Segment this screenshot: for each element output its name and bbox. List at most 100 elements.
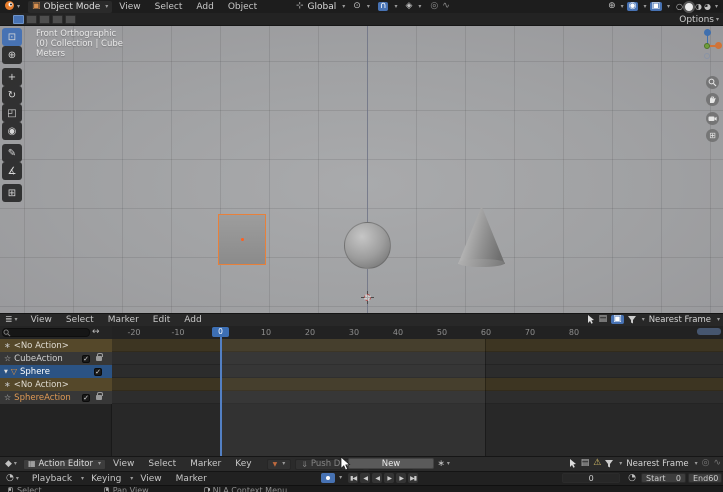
expand-triangle-icon[interactable]: ▼ [4, 369, 8, 375]
nla-menu-marker[interactable]: Marker [101, 315, 146, 325]
jump-to-end-button[interactable]: ▶▮ [408, 473, 418, 483]
editor-toggle-icon-4[interactable] [52, 15, 63, 24]
mode-dropdown[interactable]: ▣ Object Mode ▾ [28, 1, 112, 13]
tool-transform-icon[interactable]: ◉ [2, 122, 22, 140]
tool-measure-icon[interactable]: ∡ [2, 162, 22, 180]
zoom-view-icon[interactable] [706, 76, 719, 89]
tool-scale-icon[interactable]: ◰ [2, 104, 22, 122]
tool-select-box-icon[interactable]: ⊡ [2, 28, 22, 46]
jump-to-start-button[interactable]: ▮◀ [348, 473, 358, 483]
view-toggle-icon[interactable]: ▤ [581, 459, 590, 468]
editor-toggle-icon-3[interactable] [39, 15, 50, 24]
nla-snap-dropdown[interactable]: Nearest Frame [649, 315, 711, 325]
timeline-editor-type-icon[interactable]: ◔ [6, 474, 14, 483]
proportional-edit-icon[interactable]: ◎ [430, 2, 438, 11]
blender-logo-icon[interactable] [4, 0, 15, 14]
next-keyframe-button[interactable]: ▶ [396, 473, 406, 483]
nla-menu-add[interactable]: Add [177, 315, 208, 325]
track-panel-row[interactable]: ▼ ▽ Sphere ✓ [0, 365, 112, 378]
view-toggle-icon[interactable]: ▤ [599, 315, 608, 324]
show-gizmo-icon[interactable]: ⊕ [608, 2, 616, 11]
track-panel-row[interactable]: ☆ CubeAction ✓ [0, 352, 112, 365]
timeline-menu-keying[interactable]: Keying [84, 474, 128, 484]
toggle-perspective-grid-icon[interactable]: ⊞ [706, 129, 719, 142]
tool-annotate-icon[interactable]: ✎ [2, 144, 22, 162]
sync-toggle-icon[interactable]: ▣ [611, 315, 624, 324]
options-dropdown[interactable]: Options ▾ [679, 13, 719, 26]
tweak-tool-icon[interactable] [569, 459, 577, 468]
timeline-menu-view[interactable]: View [133, 474, 168, 484]
y-axis-ball[interactable] [704, 43, 710, 49]
snap-magnet-icon[interactable]: ∩ [378, 2, 389, 11]
camera-view-icon[interactable] [706, 112, 719, 125]
nla-search-input[interactable] [2, 328, 90, 337]
x-axis-ball[interactable] [715, 42, 722, 49]
track-mute-checkbox[interactable]: ✓ [82, 355, 90, 363]
action-menu-view[interactable]: View [106, 459, 141, 469]
track-panel-row[interactable]: ∗ <No Action> [0, 339, 112, 352]
editor-toggle-icon-5[interactable] [65, 15, 76, 24]
resize-region-icon[interactable]: ↔ [92, 328, 100, 337]
editor-toggle-icon-2[interactable] [26, 15, 37, 24]
proportional-edit-icon[interactable]: ◎ [702, 459, 710, 468]
falloff-curve-icon[interactable]: ∿ [442, 2, 450, 11]
menu-view[interactable]: View [112, 2, 147, 12]
action-menu-select[interactable]: Select [141, 459, 183, 469]
filter-funnel-icon[interactable] [605, 460, 613, 468]
timeline-menu-playback[interactable]: Playback [25, 474, 79, 484]
browse-action-dropdown[interactable]: ▼ ▾ [267, 459, 292, 470]
track-panel-row[interactable]: ∗ <No Action> [0, 378, 112, 391]
nla-ruler[interactable] [112, 326, 723, 339]
tool-cursor-icon[interactable]: ⊕ [2, 46, 22, 64]
end-frame-field[interactable]: End 60 [688, 473, 722, 483]
track-mute-checkbox[interactable]: ✓ [94, 368, 102, 376]
track-panel-row[interactable]: ☆ SphereAction ✓ [0, 391, 112, 404]
orientation-label[interactable]: Global [308, 2, 337, 12]
falloff-curve-icon[interactable]: ∿ [713, 459, 721, 468]
track-mute-checkbox[interactable]: ✓ [82, 394, 90, 402]
action-menu-marker[interactable]: Marker [183, 459, 228, 469]
playhead-line[interactable] [220, 337, 222, 456]
play-button[interactable]: ▶ [384, 473, 394, 483]
navigation-gizmo[interactable] [694, 28, 722, 60]
prev-keyframe-button[interactable]: ◀ [360, 473, 370, 483]
pan-view-hand-icon[interactable] [706, 93, 719, 106]
dopesheet-mode-dropdown[interactable]: ▦ Action Editor ▾ [23, 459, 106, 470]
shading-solid-icon[interactable] [685, 3, 693, 11]
play-reverse-button[interactable]: ◀ [372, 473, 382, 483]
current-frame-indicator[interactable]: 0 [212, 327, 229, 337]
shading-rendered-icon[interactable]: ◕ [704, 3, 711, 11]
auto-keying-record-button[interactable] [321, 473, 335, 483]
viewport-3d[interactable]: Front Orthographic (0) Collection | Cube… [0, 26, 723, 313]
snap-with-icon[interactable]: ◈ [405, 2, 412, 11]
menu-object[interactable]: Object [221, 2, 264, 12]
sphere-object[interactable] [344, 222, 391, 269]
tool-add-primitive-icon[interactable]: ⊞ [2, 184, 22, 202]
track-lock-icon[interactable] [96, 395, 102, 400]
timeline-menu-marker[interactable]: Marker [169, 474, 214, 484]
action-menu-key[interactable]: Key [228, 459, 258, 469]
nla-scrollbar[interactable] [697, 328, 721, 335]
action-snap-dropdown[interactable]: Nearest Frame [626, 459, 688, 469]
z-axis-ball[interactable] [704, 29, 711, 36]
menu-select[interactable]: Select [148, 2, 190, 12]
nla-editor-type-icon[interactable]: ≣ [5, 316, 13, 325]
nla-menu-view[interactable]: View [24, 315, 59, 325]
tweak-tool-icon[interactable] [587, 315, 595, 324]
track-lock-icon[interactable] [96, 356, 102, 361]
nla-menu-edit[interactable]: Edit [146, 315, 177, 325]
nla-menu-select[interactable]: Select [59, 315, 101, 325]
shading-material-icon[interactable]: ◑ [695, 3, 702, 11]
shading-wireframe-icon[interactable]: ○ [676, 3, 683, 11]
current-frame-field[interactable]: 0 [562, 473, 620, 483]
neg-axis-ball[interactable] [704, 53, 710, 59]
dopesheet-editor-type-icon[interactable]: ◆ [5, 460, 12, 469]
start-frame-field[interactable]: Start 0 [641, 473, 686, 483]
filter-funnel-icon[interactable] [628, 316, 636, 324]
tool-move-icon[interactable]: + [2, 68, 22, 86]
xray-toggle-icon[interactable]: ▣ [650, 2, 663, 11]
new-action-button[interactable]: New [348, 458, 434, 469]
editor-toggle-icon-1[interactable] [13, 15, 24, 24]
cube-object-selected[interactable] [218, 214, 266, 265]
cone-object[interactable] [458, 206, 505, 264]
